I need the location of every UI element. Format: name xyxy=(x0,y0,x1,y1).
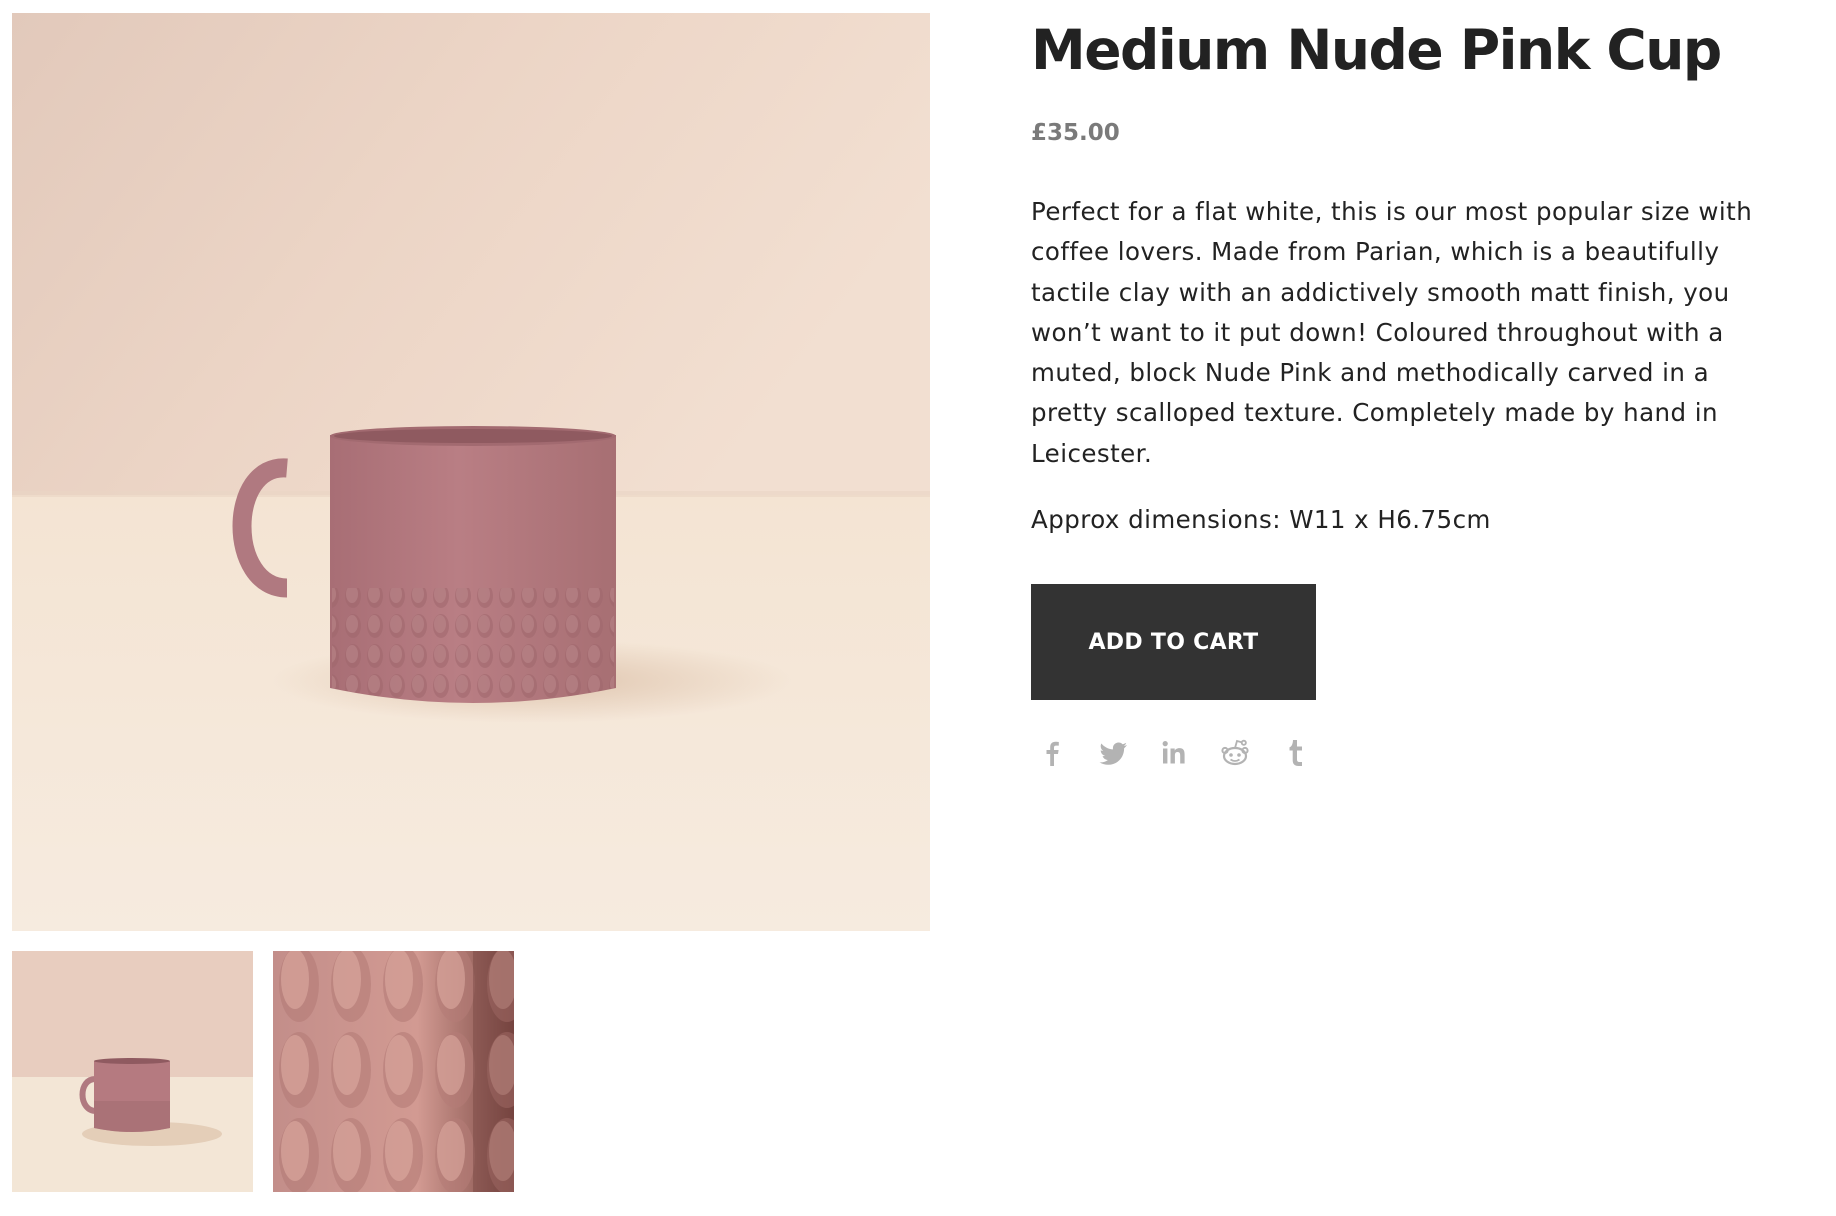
share-links xyxy=(1031,736,1821,770)
reddit-icon[interactable] xyxy=(1218,736,1252,770)
product-dimensions: Approx dimensions: W11 x H6.75cm xyxy=(1031,505,1491,535)
thumbnail-texture[interactable] xyxy=(273,951,514,1192)
facebook-icon[interactable] xyxy=(1035,736,1069,770)
product-gallery xyxy=(12,13,930,1192)
tumblr-icon[interactable] xyxy=(1279,736,1313,770)
product-title: Medium Nude Pink Cup xyxy=(1031,18,1722,82)
twitter-icon[interactable] xyxy=(1096,736,1130,770)
linkedin-icon[interactable] xyxy=(1157,736,1191,770)
main-product-image[interactable] xyxy=(12,13,930,931)
texture-closeup-thumbnail xyxy=(273,951,514,1192)
product-info: Medium Nude Pink Cup £35.00 Perfect for … xyxy=(1031,0,1821,770)
add-to-cart-button[interactable]: ADD TO CART xyxy=(1031,584,1316,701)
product-description: Perfect for a flat white, this is our mo… xyxy=(1031,197,1753,468)
product-price: £35.00 xyxy=(1031,120,1120,146)
cup-photo xyxy=(12,13,930,931)
cup-photo-thumbnail xyxy=(12,951,253,1192)
thumbnail-strip xyxy=(12,951,514,1192)
thumbnail-cup[interactable] xyxy=(12,951,253,1192)
